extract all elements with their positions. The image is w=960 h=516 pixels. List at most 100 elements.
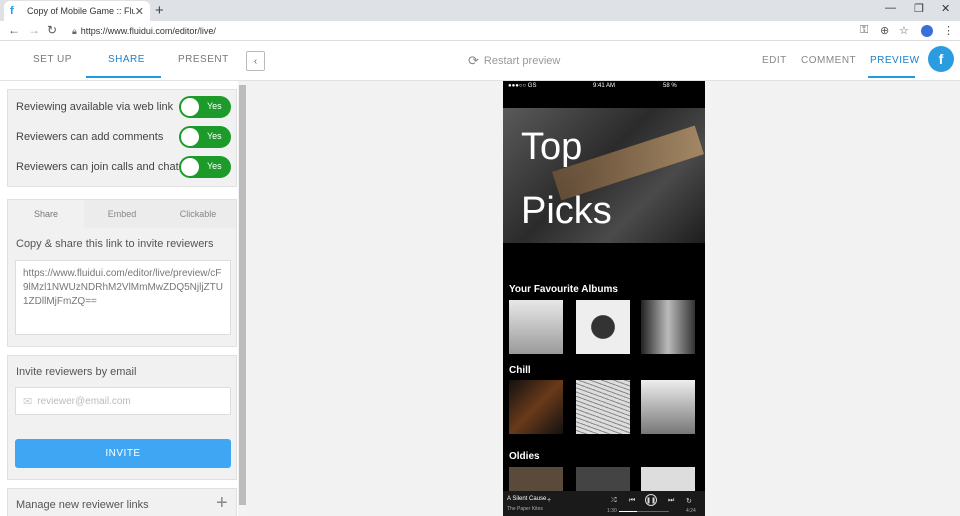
menu-icon[interactable]: ⋮ (943, 24, 954, 37)
plus-icon[interactable]: + (216, 492, 228, 515)
active-right-tab-underline (868, 76, 915, 78)
browser-tab-title: Copy of Mobile Game :: Fluid UI (27, 6, 135, 16)
minimize-icon[interactable]: — (885, 2, 896, 14)
toggle-label: Reviewers can join calls and chat (16, 161, 179, 173)
shuffle-icon[interactable]: ⤮ (611, 497, 617, 505)
share-subtabs: Share Embed Clickable (8, 200, 236, 228)
music-player-bar: A Silent Cause The Paper Kites + ⤮ ⏮︎ ❚❚… (503, 491, 705, 516)
address-bar-row: ← → ↻ 🔒︎ https://www.fluidui.com/editor/… (0, 21, 960, 41)
star-icon[interactable]: ☆ (899, 24, 909, 37)
collapse-panel-button[interactable]: ‹ (246, 51, 265, 71)
album-thumb[interactable] (509, 467, 563, 491)
active-tab-underline (86, 76, 161, 78)
toggle-row-calls: Reviewers can join calls and chat Yes (16, 156, 231, 178)
key-icon[interactable]: ⚿ (860, 24, 868, 37)
subtab-embed[interactable]: Embed (84, 200, 160, 228)
album-thumb[interactable] (641, 380, 695, 434)
hero-title-line2: Picks (521, 190, 612, 232)
toggle-value: Yes (207, 161, 222, 171)
time-elapsed: 1:30 (607, 508, 617, 514)
hero-title-line1: Top (521, 126, 583, 168)
tab-share[interactable]: SHARE (108, 54, 145, 65)
manage-label: Manage new reviewer links (16, 499, 149, 511)
album-thumb[interactable] (509, 380, 563, 434)
web-link-toggle[interactable]: Yes (179, 96, 231, 118)
refresh-icon: ⟳ (468, 53, 479, 68)
phone-status-bar: ●●●○○ GS 9:41 AM 58 % (503, 81, 705, 92)
share-panel: Reviewing available via web link Yes Rev… (0, 81, 247, 516)
profile-avatar[interactable] (921, 25, 933, 37)
fluid-logo-icon[interactable]: f (928, 46, 954, 72)
time-total: 4:24 (686, 508, 696, 514)
url-field[interactable]: 🔒︎ https://www.fluidui.com/editor/live/ (72, 23, 852, 39)
status-time: 9:41 AM (593, 83, 616, 89)
status-battery: 58 % (663, 83, 677, 89)
mail-icon: ✉ (23, 395, 33, 408)
toggle-knob (181, 98, 199, 116)
tab-setup[interactable]: SET UP (33, 54, 72, 65)
restore-icon[interactable]: ❐ (914, 2, 924, 15)
album-thumb[interactable] (576, 300, 630, 354)
add-icon[interactable]: + (547, 497, 551, 504)
toggle-label: Reviewing available via web link (16, 101, 174, 113)
invite-label: Invite reviewers by email (16, 366, 137, 378)
email-placeholder: reviewer@email.com (37, 395, 131, 407)
album-thumb[interactable] (641, 300, 695, 354)
progress-track[interactable] (619, 511, 669, 512)
album-thumb[interactable] (509, 300, 563, 354)
reload-icon[interactable]: ↻ (47, 23, 57, 37)
preview-area: ●●●○○ GS 9:41 AM 58 % Top Picks Your Fav… (247, 81, 960, 516)
chevron-left-icon: ‹ (253, 55, 258, 67)
pause-button[interactable]: ❚❚ (645, 494, 657, 506)
repeat-icon[interactable]: ↻ (686, 497, 692, 505)
manage-links-box[interactable]: Manage new reviewer links + (7, 488, 237, 516)
status-carrier: ●●●○○ GS (508, 83, 537, 89)
section-title: Oldies (509, 451, 540, 462)
previous-icon[interactable]: ⏮︎ (629, 497, 635, 505)
section-title: Your Favourite Albums (509, 284, 618, 295)
copy-link-label: Copy & share this link to invite reviewe… (16, 238, 214, 250)
subtab-clickable[interactable]: Clickable (160, 200, 236, 228)
toggle-label: Reviewers can add comments (16, 131, 164, 143)
album-thumb[interactable] (576, 380, 630, 434)
app-header: SET UP SHARE PRESENT ‹ ⟳ Restart preview… (0, 41, 960, 81)
hero-banner[interactable]: Top Picks (503, 108, 705, 243)
fluid-favicon-icon: f (10, 5, 14, 17)
calls-toggle[interactable]: Yes (179, 156, 231, 178)
toggle-knob (181, 158, 199, 176)
email-input[interactable]: ✉ reviewer@email.com (15, 387, 231, 415)
tab-comment[interactable]: COMMENT (801, 55, 856, 66)
back-icon[interactable]: ← (8, 23, 20, 37)
tab-preview[interactable]: PREVIEW (870, 55, 920, 66)
next-icon[interactable]: ⏭︎ (668, 497, 674, 505)
toggle-knob (181, 128, 199, 146)
toggle-value: Yes (207, 131, 222, 141)
album-thumb[interactable] (576, 467, 630, 491)
forward-icon[interactable]: → (28, 23, 40, 37)
tab-edit[interactable]: EDIT (762, 55, 787, 66)
tab-present[interactable]: PRESENT (178, 54, 229, 65)
new-tab-icon[interactable]: + (155, 2, 164, 19)
browser-tab-bar: f Copy of Mobile Game :: Fluid UI ✕ + — … (0, 0, 960, 21)
lock-icon: 🔒︎ (72, 25, 77, 36)
comments-toggle[interactable]: Yes (179, 126, 231, 148)
toggle-row-comments: Reviewers can add comments Yes (16, 126, 231, 148)
section-title: Chill (509, 365, 531, 376)
invite-box: Invite reviewers by email ✉ reviewer@ema… (7, 355, 237, 480)
review-settings-box: Reviewing available via web link Yes Rev… (7, 89, 237, 187)
restart-preview-button[interactable]: ⟳ Restart preview (468, 53, 560, 69)
invite-button[interactable]: INVITE (15, 439, 231, 468)
phone-preview[interactable]: ●●●○○ GS 9:41 AM 58 % Top Picks Your Fav… (503, 81, 705, 516)
share-link-field[interactable]: https://www.fluidui.com/editor/live/prev… (15, 260, 231, 335)
scrollbar-thumb[interactable] (239, 85, 246, 505)
zoom-icon[interactable]: ⊕ (880, 24, 889, 37)
share-link-box: Share Embed Clickable Copy & share this … (7, 199, 237, 347)
song-title: A Silent Cause (507, 496, 547, 502)
subtab-share[interactable]: Share (8, 200, 84, 228)
progress-fill (619, 511, 637, 512)
browser-tab[interactable]: f Copy of Mobile Game :: Fluid UI ✕ (4, 1, 150, 21)
close-window-icon[interactable]: ✕ (941, 2, 950, 15)
album-thumb[interactable] (641, 467, 695, 491)
close-tab-icon[interactable]: ✕ (135, 5, 144, 18)
panel-scrollbar[interactable] (238, 81, 247, 516)
